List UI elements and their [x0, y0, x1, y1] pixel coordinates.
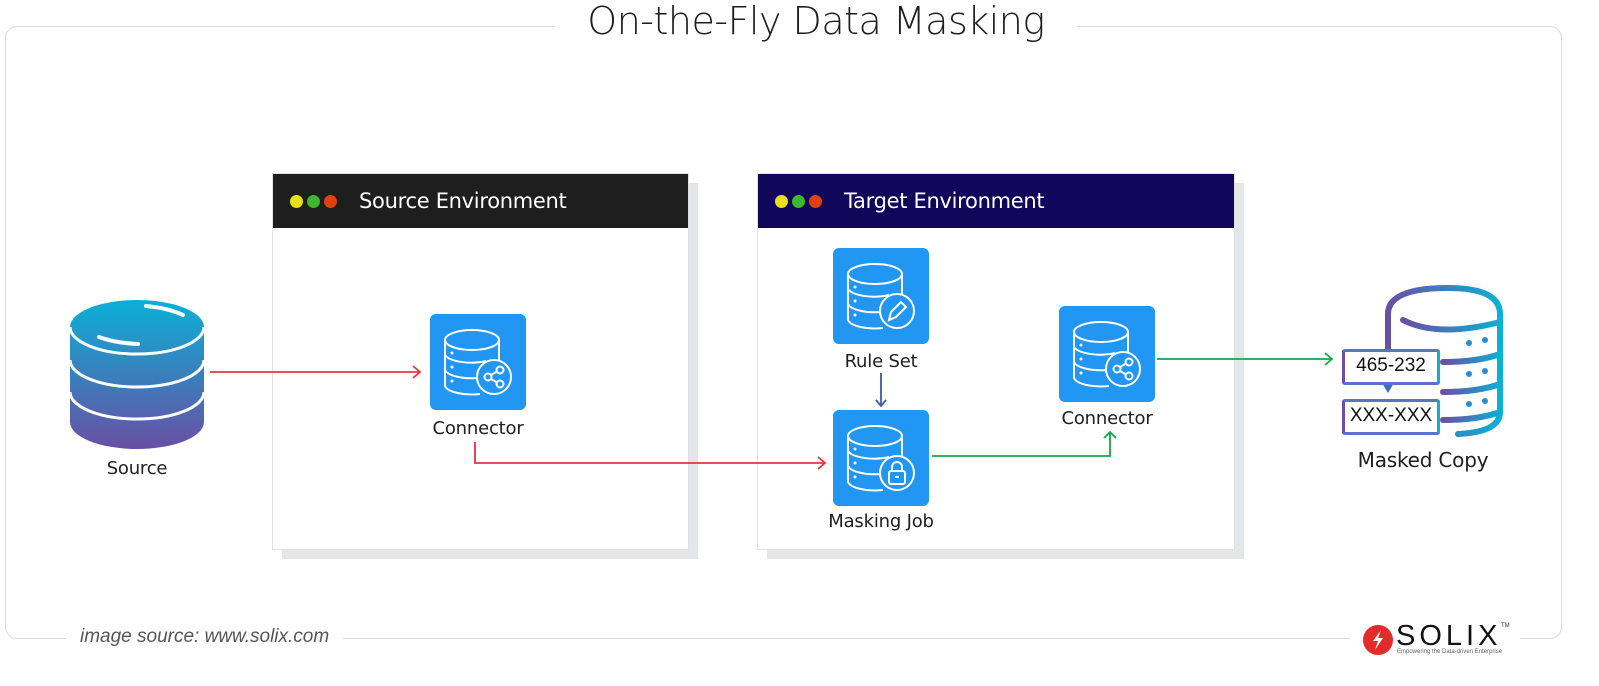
connector-to-masking-job-arrow — [474, 442, 827, 470]
solix-logo: SOLIX TM Empowering the Data-driven Ente… — [1350, 618, 1520, 662]
logo-trademark: TM — [1501, 623, 1510, 629]
connector-to-masked-copy-arrow — [1157, 352, 1334, 366]
logo-wordmark: SOLIX — [1396, 620, 1502, 652]
image-source-caption: image source: www.solix.com — [66, 624, 344, 650]
logo-tagline: Empowering the Data-driven Enterprise — [1397, 649, 1503, 655]
masking-job-to-connector-arrow — [932, 430, 1117, 457]
original-value-box: 465-232 — [1342, 349, 1440, 385]
rule-set-to-masking-job-arrow — [875, 373, 887, 408]
lightning-bolt-icon — [1363, 625, 1393, 655]
masked-copy-label: Masked Copy — [1357, 448, 1489, 472]
source-to-connector-arrow — [210, 365, 422, 379]
masked-value-box: XXX-XXX — [1342, 399, 1440, 435]
